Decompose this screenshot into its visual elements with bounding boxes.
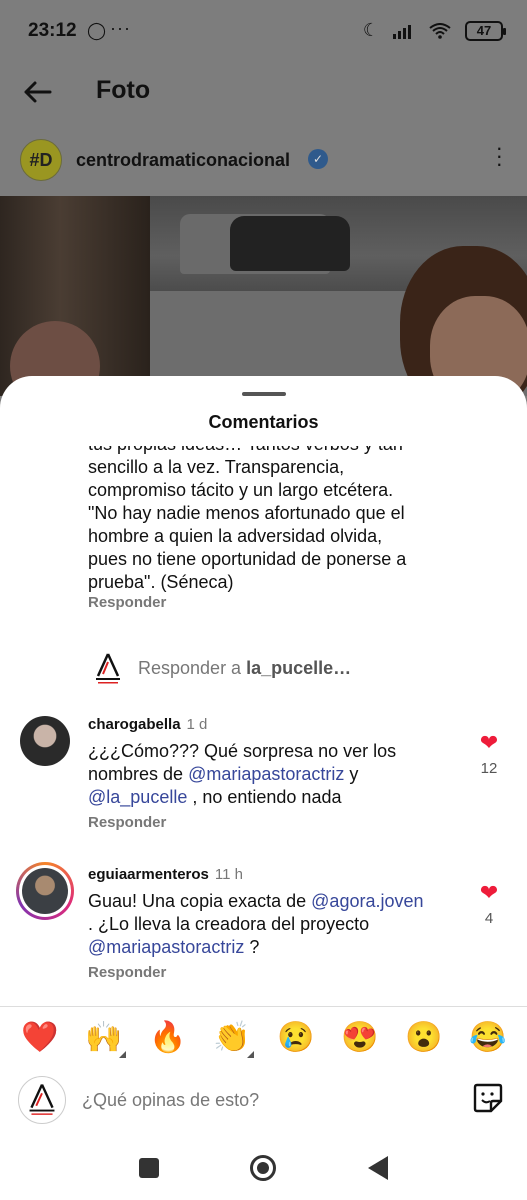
comment-text-part: . ¿Lo lleva la creadora del proyecto [88, 914, 370, 934]
wifi-icon [429, 22, 451, 39]
comment-text: Guau! Una copia exacta de @agora.joven .… [88, 890, 428, 959]
notification-dots-icon: ··· [110, 18, 131, 38]
reply-to-thread[interactable]: Responder a la_pucelle… [88, 648, 508, 688]
comments-list[interactable]: tus propias ideas… Tantos verbos y tan s… [0, 446, 527, 1006]
divider [0, 1006, 527, 1007]
sheet-drag-handle[interactable] [242, 392, 286, 396]
emoji-laughing-button[interactable]: 😂 [468, 1020, 508, 1056]
comments-sheet: Comentarios tus propias ideas… Tantos ve… [0, 376, 527, 1200]
like-count: 4 [484, 910, 494, 927]
mention-link[interactable]: @mariapastoractriz [88, 937, 244, 957]
comment-header: eguiaarmenteros 11 h [88, 866, 243, 883]
mention-link[interactable]: @la_pucelle [88, 787, 187, 807]
sticker-icon[interactable] [472, 1082, 504, 1114]
signal-icon [393, 24, 411, 39]
moon-icon: ☾ [362, 20, 379, 40]
reply-to-text: Responder a la_pucelle… [138, 658, 351, 679]
variant-indicator-icon [247, 1051, 254, 1058]
system-nav-bar [0, 1142, 527, 1200]
continued-comment-text: tus propias ideas… Tantos verbos y tan s… [88, 446, 458, 594]
comment-time: 11 h [214, 866, 243, 883]
comment-line: hombre a quien la adversidad olvida, [88, 526, 383, 546]
comment-line: compromiso tácito y un largo etcétera. [88, 480, 394, 500]
post-photo [0, 196, 527, 396]
whatsapp-icon: ◯ [87, 21, 107, 40]
emoji-glyph: 🙌 [85, 1021, 123, 1054]
comment-text-part: y [344, 764, 359, 784]
reply-button[interactable]: Responder [88, 814, 166, 831]
emoji-quick-bar: ❤️ 🙌 🔥 👏 😢 😍 😮 😂 [0, 1016, 527, 1066]
comment-time: 1 d [186, 716, 208, 733]
app-bar: Foto [0, 62, 527, 124]
variant-indicator-icon [119, 1051, 126, 1058]
reply-button[interactable]: Responder [88, 964, 166, 981]
emoji-fire-button[interactable]: 🔥 [148, 1020, 188, 1056]
home-button[interactable] [250, 1155, 276, 1181]
verified-badge-icon: ✓ [308, 149, 328, 169]
comment-composer [0, 1076, 527, 1132]
photo-car-dark [230, 216, 350, 271]
comment-text-part: Guau! Una copia exacta de [88, 891, 312, 911]
post-author-username[interactable]: centrodramaticonacional [76, 150, 290, 171]
current-user-avatar [18, 1076, 66, 1124]
comment-text-part: ? [244, 937, 260, 957]
comment-line: prueba". (Séneca) [88, 572, 234, 592]
mention-link[interactable]: @mariapastoractriz [188, 764, 344, 784]
emoji-heart-button[interactable]: ❤️ [20, 1020, 60, 1056]
emoji-clap-button[interactable]: 👏 [212, 1020, 254, 1058]
post-header: #D centrodramaticonacional ✓ · · · [0, 124, 527, 196]
back-arrow-icon[interactable] [20, 74, 56, 110]
like-control[interactable]: ❤ 12 [474, 732, 504, 778]
battery-icon: 47 [465, 20, 506, 41]
reply-button[interactable]: Responder [88, 594, 166, 611]
emoji-raised-hands-button[interactable]: 🙌 [84, 1020, 126, 1058]
agora-joven-logo-icon [96, 653, 120, 684]
system-back-button[interactable] [368, 1156, 388, 1180]
comment-text: ¿¿¿Cómo??? Qué sorpresa no ver los nombr… [88, 740, 428, 809]
page-title: Foto [96, 76, 151, 104]
sheet-title: Comentarios [208, 412, 319, 432]
commenter-avatar-story-ring[interactable] [16, 862, 74, 920]
commenter-username[interactable]: charogabella [88, 716, 181, 733]
like-count: 12 [480, 760, 498, 777]
comment-line: "No hay nadie menos afortunado que el [88, 503, 405, 523]
comment-text-part: , no entiendo nada [187, 787, 342, 807]
reply-to-user: la_pucelle… [246, 658, 352, 678]
heart-icon[interactable]: ❤ [474, 882, 504, 904]
reply-to-prefix: Responder a [138, 658, 247, 678]
comment-header: charogabella 1 d [88, 716, 207, 733]
emoji-surprised-button[interactable]: 😮 [404, 1020, 444, 1056]
recents-button[interactable] [139, 1158, 159, 1178]
mention-link[interactable]: @agora.joven [311, 891, 423, 911]
like-control[interactable]: ❤ 4 [474, 882, 504, 928]
status-bar: 23:12 ◯ ··· ☾ 47 [0, 0, 527, 62]
commenter-avatar [22, 868, 68, 914]
status-time: 23:12 [28, 20, 77, 41]
heart-icon[interactable]: ❤ [474, 732, 504, 754]
commenter-avatar[interactable] [20, 716, 70, 766]
emoji-crying-button[interactable]: 😢 [276, 1020, 316, 1056]
comment-input[interactable] [82, 1084, 442, 1116]
more-options-icon[interactable]: · · · [496, 137, 503, 175]
comment-line: sencillo a la vez. Transparencia, [88, 457, 345, 477]
emoji-heart-eyes-button[interactable]: 😍 [340, 1020, 380, 1056]
post-author-avatar[interactable]: #D [20, 139, 62, 181]
commenter-username[interactable]: eguiaarmenteros [88, 866, 209, 883]
comment-line: tus propias ideas… Tantos verbos y tan [88, 446, 458, 456]
comment-line: pues no tiene oportunidad de ponerse a [88, 549, 407, 569]
emoji-glyph: 👏 [213, 1021, 251, 1054]
